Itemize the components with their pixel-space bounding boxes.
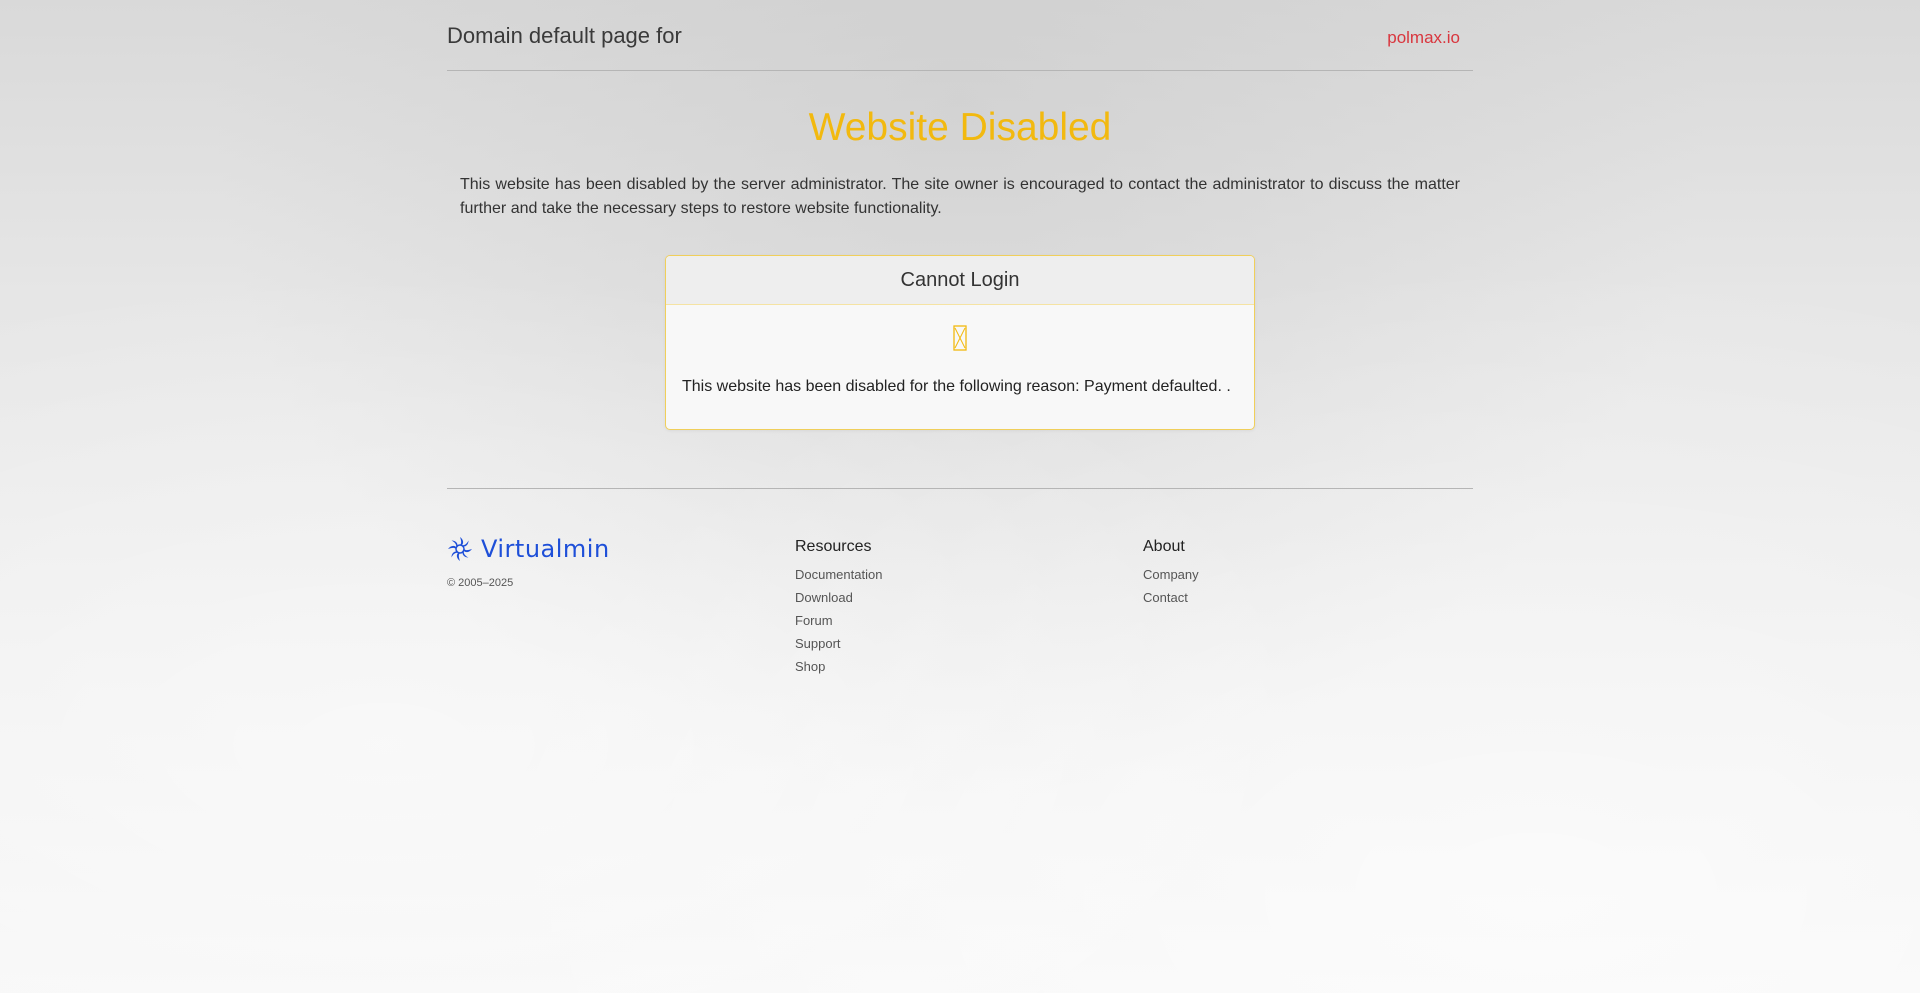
footer-brand: Virtualmin © 2005–2025: [447, 535, 610, 589]
logo-text: Virtualmin: [481, 535, 610, 563]
shop-link[interactable]: Shop: [795, 655, 882, 678]
footer-about: About Company Contact: [1143, 537, 1199, 609]
support-link[interactable]: Support: [795, 632, 882, 655]
company-link[interactable]: Company: [1143, 563, 1199, 586]
about-heading: About: [1143, 538, 1185, 555]
page-title: Website Disabled: [808, 106, 1112, 149]
hourglass-icon: [953, 325, 967, 351]
footer-resources: Resources Documentation Download Forum S…: [795, 537, 882, 678]
forum-link[interactable]: Forum: [795, 609, 882, 632]
virtualmin-logo-icon: [448, 537, 472, 561]
resources-heading: Resources: [795, 538, 872, 555]
disabled-reason-text: This website has been disabled for the f…: [682, 378, 1231, 395]
documentation-link[interactable]: Documentation: [795, 563, 882, 586]
page-footer: Virtualmin © 2005–2025 Resources Documen…: [447, 497, 1473, 674]
card-body: This website has been disabled for the f…: [666, 305, 1254, 429]
copyright-text: © 2005–2025: [447, 577, 514, 589]
header-title: Domain default page for: [447, 23, 682, 48]
card-title: Cannot Login: [666, 256, 1254, 305]
cannot-login-card: Cannot Login This website has been disab…: [665, 255, 1255, 430]
page-container: Domain default page for polmax.io Websit…: [447, 0, 1473, 674]
virtualmin-logo[interactable]: Virtualmin: [447, 535, 610, 563]
contact-link[interactable]: Contact: [1143, 586, 1199, 609]
intro-text: This website has been disabled by the se…: [460, 176, 1460, 217]
download-link[interactable]: Download: [795, 586, 882, 609]
domain-link[interactable]: polmax.io: [1387, 28, 1460, 48]
footer-divider: [447, 488, 1473, 489]
page-header: Domain default page for polmax.io: [447, 0, 1473, 71]
